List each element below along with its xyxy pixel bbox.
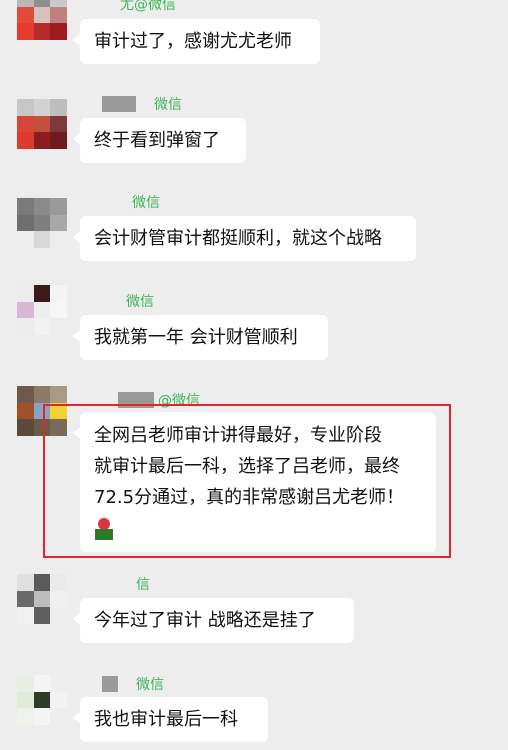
- avatar[interactable]: [17, 0, 67, 40]
- sender-name-text: 微信: [132, 195, 160, 211]
- message-text: 我就第一年 会计财管顺利: [94, 327, 298, 348]
- message-text: 我也审计最后一科: [94, 709, 238, 730]
- avatar[interactable]: [17, 198, 67, 248]
- message-bubble[interactable]: 我也审计最后一科: [73, 697, 268, 742]
- sender-name: 微信: [126, 291, 154, 311]
- sender-name: 微信: [132, 192, 160, 212]
- message-text: 审计过了，感谢尤尤老师: [94, 31, 292, 52]
- avatar[interactable]: [17, 99, 67, 149]
- message-bubble[interactable]: 审计过了，感谢尤尤老师: [73, 19, 320, 64]
- sender-name: 尤@微信: [120, 0, 176, 14]
- sender-name-text: 微信: [126, 294, 154, 310]
- avatar[interactable]: [17, 285, 67, 335]
- sender-name-text: 微信: [136, 677, 164, 693]
- message-text: 终于看到弹窗了: [94, 130, 220, 151]
- sender-name-text: 微信: [154, 97, 182, 113]
- message-text: 会计财管审计都挺顺利，就这个战略: [94, 228, 382, 249]
- message-bubble[interactable]: 今年过了审计 战略还是挂了: [73, 598, 354, 643]
- blurred-name: [102, 96, 136, 112]
- avatar[interactable]: [17, 675, 67, 725]
- sender-name-text: 尤@微信: [120, 0, 176, 13]
- sender-name-text: 信: [136, 577, 150, 593]
- sender-name: 信: [136, 574, 150, 594]
- message-bubble[interactable]: 终于看到弹窗了: [73, 118, 246, 163]
- sender-name: 微信: [102, 674, 164, 694]
- sender-name: 微信: [102, 94, 182, 114]
- highlight-box: [43, 404, 451, 558]
- blurred-name: [102, 676, 118, 692]
- message-text: 今年过了审计 战略还是挂了: [94, 610, 316, 631]
- message-bubble[interactable]: 会计财管审计都挺顺利，就这个战略: [73, 216, 416, 261]
- avatar[interactable]: [17, 574, 67, 624]
- message-bubble[interactable]: 我就第一年 会计财管顺利: [73, 315, 328, 360]
